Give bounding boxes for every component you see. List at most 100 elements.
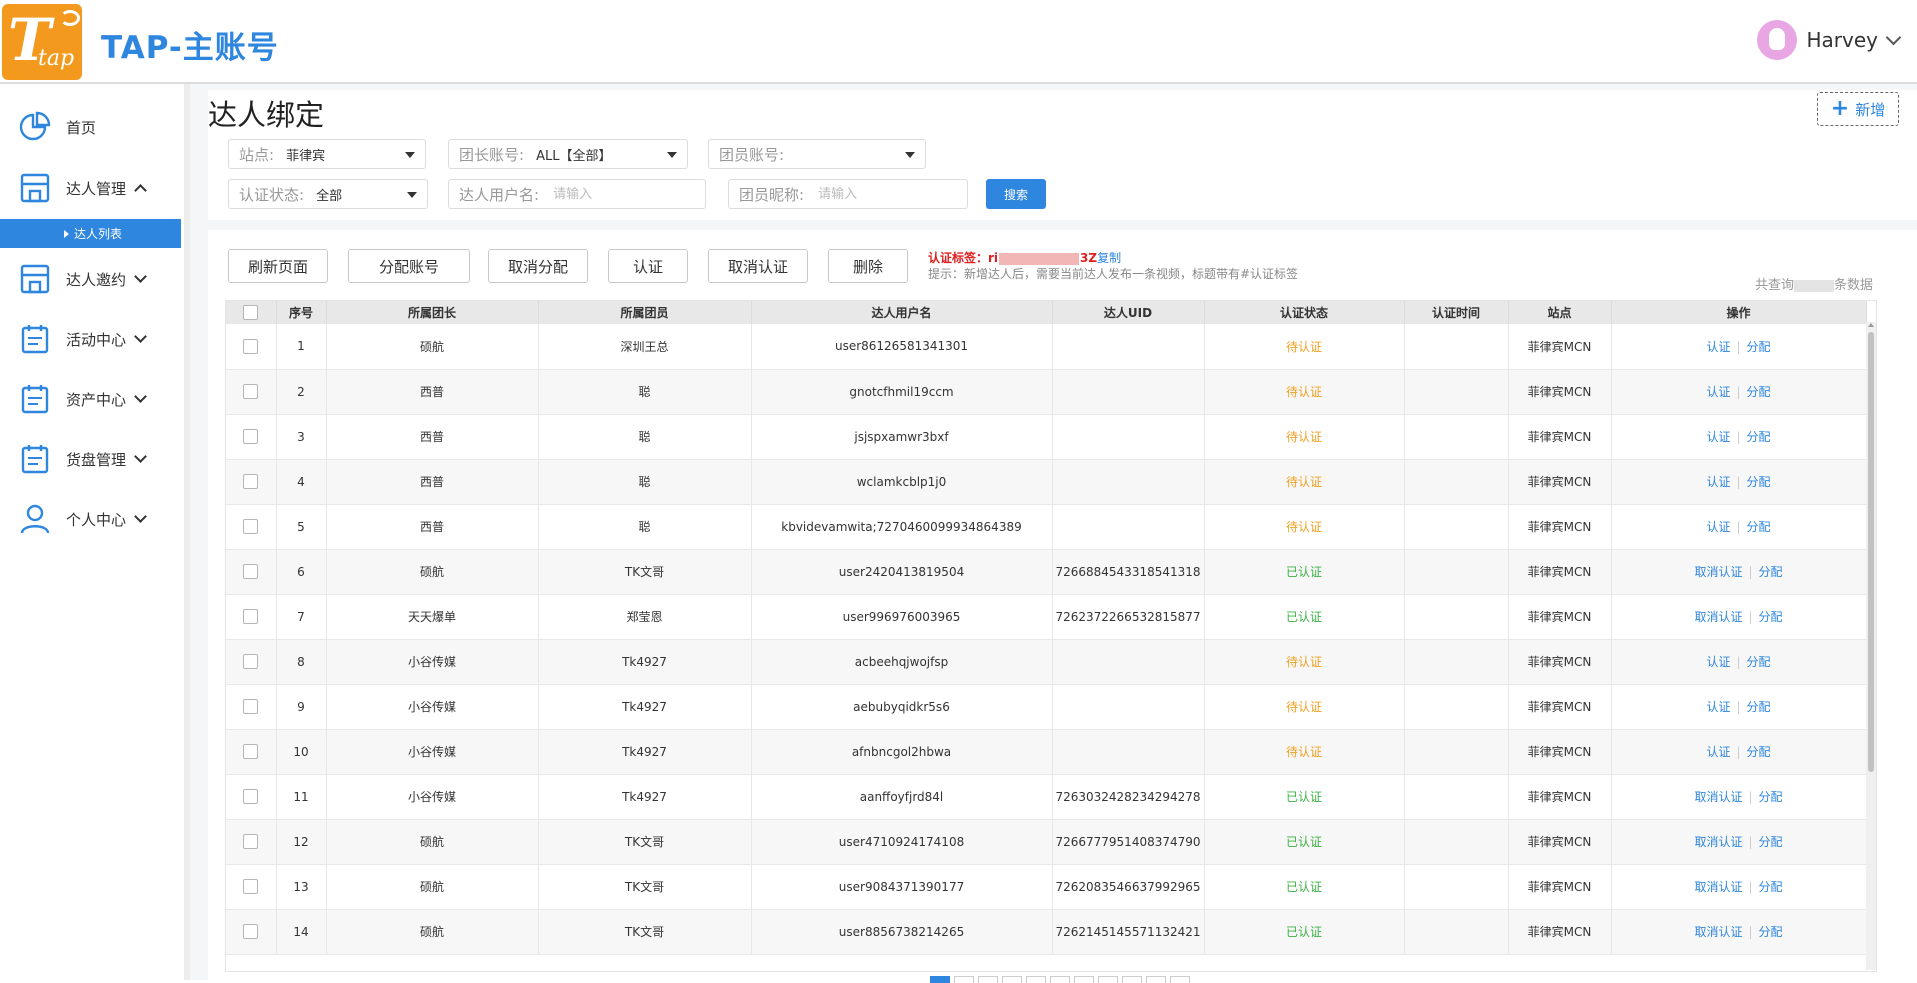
row-checkbox[interactable] xyxy=(243,924,259,939)
cancel-verify-button[interactable]: 取消认证 xyxy=(708,249,808,283)
cancel-verify-link[interactable]: 取消认证 xyxy=(1694,565,1742,579)
tap-logo[interactable]: T tap xyxy=(2,4,82,80)
row-select-cell[interactable] xyxy=(226,684,277,730)
verify-link[interactable]: 认证 xyxy=(1706,430,1730,444)
assign-link[interactable]: 分配 xyxy=(1747,340,1771,354)
row-checkbox[interactable] xyxy=(243,609,259,624)
row-select-cell[interactable] xyxy=(226,774,277,820)
talent-username-input[interactable] xyxy=(551,185,676,203)
row-select-cell[interactable] xyxy=(226,639,277,685)
row-select-cell[interactable] xyxy=(226,369,277,415)
assign-link[interactable]: 分配 xyxy=(1747,745,1771,759)
row-status: 待认证 xyxy=(1204,639,1405,685)
cancel-verify-link[interactable]: 取消认证 xyxy=(1694,835,1742,849)
sidebar-item-home[interactable]: 首页 xyxy=(0,105,184,149)
verify-link[interactable]: 认证 xyxy=(1706,385,1730,399)
refresh-page-button[interactable]: 刷新页面 xyxy=(228,249,328,283)
row-checkbox[interactable] xyxy=(243,744,259,759)
talent-username-field[interactable]: 达人用户名: xyxy=(448,179,706,209)
table-row: 6 硕航 TK文哥 user2420413819504 7266884543318541… xyxy=(226,549,1867,595)
add-button[interactable]: + 新增 xyxy=(1817,92,1899,126)
cancel-verify-link[interactable]: 取消认证 xyxy=(1694,610,1742,624)
verify-link[interactable]: 认证 xyxy=(1706,475,1730,489)
verify-link[interactable]: 认证 xyxy=(1706,340,1730,354)
total-suffix: 条数据 xyxy=(1834,278,1874,293)
row-checkbox[interactable] xyxy=(243,384,259,399)
table-row: 10 小谷传媒 Tk4927 afnbncgol2hbwa 待认证 菲律宾MCN 认证 | 分配 xyxy=(226,729,1867,775)
row-select-cell[interactable] xyxy=(226,414,277,460)
member-nickname-field[interactable]: 团员昵称: xyxy=(728,179,968,209)
search-button[interactable]: 搜索 xyxy=(986,179,1046,209)
row-select-cell[interactable] xyxy=(226,864,277,910)
assign-link[interactable]: 分配 xyxy=(1759,565,1783,579)
verify-link[interactable]: 认证 xyxy=(1706,520,1730,534)
row-checkbox[interactable] xyxy=(243,699,259,714)
assign-link[interactable]: 分配 xyxy=(1759,610,1783,624)
sidebar-item-goods-management[interactable]: 货盘管理 xyxy=(0,437,184,481)
sidebar-item-talent-management[interactable]: 达人管理 xyxy=(0,166,184,210)
cancel-assign-button[interactable]: 取消分配 xyxy=(488,249,588,283)
sidebar-item-talent-invite[interactable]: 达人邀约 xyxy=(0,257,184,301)
assign-link[interactable]: 分配 xyxy=(1747,520,1771,534)
row-checkbox[interactable] xyxy=(243,519,259,534)
row-checkbox[interactable] xyxy=(243,789,259,804)
row-select-cell[interactable] xyxy=(226,549,277,595)
sidebar-item-asset-center[interactable]: 资产中心 xyxy=(0,377,184,421)
site-select[interactable]: 站点: 菲律宾 xyxy=(228,139,426,169)
assign-link[interactable]: 分配 xyxy=(1759,925,1783,939)
row-select-cell[interactable] xyxy=(226,909,277,955)
row-select-cell[interactable] xyxy=(226,819,277,865)
table-scrollbar[interactable] xyxy=(1866,322,1876,970)
user-menu[interactable]: Harvey xyxy=(1756,20,1902,60)
row-select-cell[interactable] xyxy=(226,324,277,370)
row-checkbox[interactable] xyxy=(243,564,259,579)
row-leader: 硕航 xyxy=(326,819,539,865)
leader-account-select[interactable]: 团长账号: ALL【全部】 xyxy=(448,139,688,169)
row-status: 待认证 xyxy=(1204,684,1405,730)
row-select-cell[interactable] xyxy=(226,459,277,505)
row-checkbox[interactable] xyxy=(243,338,259,354)
row-auth-time xyxy=(1404,819,1509,865)
assign-link[interactable]: 分配 xyxy=(1747,385,1771,399)
sidebar-subitem-talent-list[interactable]: 达人列表 xyxy=(0,219,181,248)
assign-account-button[interactable]: 分配账号 xyxy=(348,249,470,283)
scroll-up-icon[interactable] xyxy=(1868,323,1874,327)
cancel-verify-link[interactable]: 取消认证 xyxy=(1694,925,1742,939)
verify-link[interactable]: 认证 xyxy=(1706,700,1730,714)
sidebar-item-activity-center[interactable]: 活动中心 xyxy=(0,317,184,361)
member-nickname-input[interactable] xyxy=(816,185,941,203)
row-checkbox[interactable] xyxy=(243,474,259,489)
verify-link[interactable]: 认证 xyxy=(1706,745,1730,759)
row-checkbox[interactable] xyxy=(243,834,259,849)
select-all-checkbox[interactable] xyxy=(243,305,259,320)
row-member: 聪 xyxy=(538,414,752,460)
assign-link[interactable]: 分配 xyxy=(1747,430,1771,444)
assign-link[interactable]: 分配 xyxy=(1747,475,1771,489)
sidebar-item-personal-center[interactable]: 个人中心 xyxy=(0,497,184,541)
row-select-cell[interactable] xyxy=(226,594,277,640)
cancel-verify-link[interactable]: 取消认证 xyxy=(1694,790,1742,804)
verify-link[interactable]: 认证 xyxy=(1706,655,1730,669)
scrollbar-thumb[interactable] xyxy=(1868,332,1874,772)
assign-link[interactable]: 分配 xyxy=(1759,880,1783,894)
select-all-header[interactable] xyxy=(226,301,277,324)
copy-link[interactable]: 复制 xyxy=(1097,251,1121,265)
row-status: 已认证 xyxy=(1204,549,1405,595)
row-checkbox[interactable] xyxy=(243,429,259,444)
member-account-select[interactable]: 团员账号: xyxy=(708,139,926,169)
row-select-cell[interactable] xyxy=(226,729,277,775)
row-checkbox[interactable] xyxy=(243,879,259,894)
verify-button[interactable]: 认证 xyxy=(608,249,688,283)
assign-link[interactable]: 分配 xyxy=(1759,790,1783,804)
assign-link[interactable]: 分配 xyxy=(1759,835,1783,849)
delete-button[interactable]: 删除 xyxy=(828,249,908,283)
row-select-cell[interactable] xyxy=(226,504,277,550)
assign-link[interactable]: 分配 xyxy=(1747,700,1771,714)
cancel-verify-link[interactable]: 取消认证 xyxy=(1694,880,1742,894)
avatar[interactable] xyxy=(1756,20,1797,60)
redacted-mask xyxy=(1794,279,1835,292)
auth-status-select[interactable]: 认证状态: 全部 xyxy=(228,179,428,209)
row-checkbox[interactable] xyxy=(243,654,259,669)
sidebar-divider[interactable] xyxy=(184,84,190,980)
assign-link[interactable]: 分配 xyxy=(1747,655,1771,669)
